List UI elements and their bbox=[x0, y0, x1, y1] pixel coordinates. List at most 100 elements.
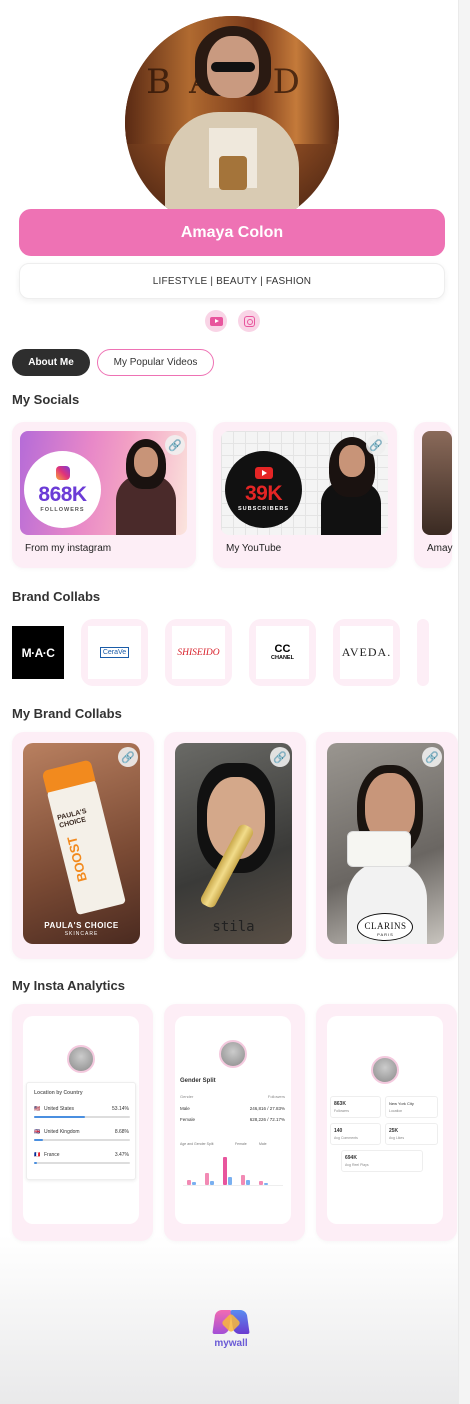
youtube-logo-icon bbox=[254, 467, 273, 479]
social-card-youtube[interactable]: 39K SUBSCRIBERS 🔗 My YouTube bbox=[213, 422, 397, 568]
stat-label: Avg Comments bbox=[334, 1136, 358, 1140]
location-value: 3.47% bbox=[114, 1152, 129, 1158]
brand-video-thumbnail: stila bbox=[175, 743, 292, 944]
product-sub-label: BOOST bbox=[64, 834, 90, 884]
social-card-partial[interactable]: Amay bbox=[414, 422, 453, 568]
mywall-logo-icon bbox=[212, 1308, 250, 1336]
gender-header-left: Gender bbox=[180, 1094, 194, 1099]
age-gender-chart-title: Age and Gender Split bbox=[180, 1142, 214, 1146]
location-title: Location by Country bbox=[34, 1090, 83, 1096]
stat-tile: 25K Avg Likes bbox=[385, 1123, 438, 1145]
link-icon[interactable]: 🔗 bbox=[165, 435, 185, 455]
location-country: United States bbox=[44, 1106, 75, 1112]
brand-logo-shiseido[interactable]: SHISEIDO bbox=[165, 619, 232, 686]
instagram-link[interactable] bbox=[238, 310, 260, 332]
analytics-screenshot: Location by Country 🇺🇸 United States 53.… bbox=[23, 1016, 139, 1224]
link-icon[interactable]: 🔗 bbox=[118, 747, 138, 767]
gender-row-label: Female bbox=[180, 1117, 196, 1122]
scrollbar[interactable] bbox=[458, 0, 470, 1404]
location-progress bbox=[34, 1162, 130, 1164]
location-value: 8.68% bbox=[114, 1129, 129, 1135]
profile-avatar: BAPD bbox=[125, 16, 339, 230]
chanel-cc-mark: CC bbox=[274, 643, 291, 655]
instagram-follower-count: 868K bbox=[38, 483, 87, 506]
section-title-insta-analytics: My Insta Analytics bbox=[12, 978, 125, 993]
product-label: PAULA'S CHOICE bbox=[56, 807, 88, 830]
brand-subtitle: PARIS bbox=[377, 932, 394, 937]
brand-videos-row: PAULA'S CHOICE BOOST PAULA'S CHOICE SKIN… bbox=[12, 732, 458, 959]
brand-logo-chanel[interactable]: CC CHANEL bbox=[249, 619, 316, 686]
stat-value: New York City bbox=[389, 1101, 414, 1106]
brand-subtitle: SKINCARE bbox=[64, 931, 99, 937]
brand-logo-cerave[interactable]: CeraVe bbox=[81, 619, 148, 686]
socials-row: 868K FOLLOWERS 🔗 From my instagram 39K S… bbox=[12, 422, 453, 568]
legend-female: Female bbox=[235, 1142, 247, 1146]
serum-bottle: PAULA'S CHOICE BOOST bbox=[41, 759, 126, 916]
brand-video-card[interactable]: CLARINS PARIS 🔗 bbox=[316, 732, 458, 959]
profile-tagline: LIFESTYLE | BEAUTY | FASHION bbox=[19, 263, 445, 299]
instagram-logo-icon bbox=[55, 466, 70, 480]
tab-my-popular-videos[interactable]: My Popular Videos bbox=[97, 349, 214, 376]
tab-about-me[interactable]: About Me bbox=[12, 349, 90, 376]
mac-logo: M·A·C bbox=[12, 626, 64, 679]
brand-video-thumbnail: PAULA'S CHOICE BOOST PAULA'S CHOICE SKIN… bbox=[23, 743, 140, 944]
youtube-subscriber-unit: SUBSCRIBERS bbox=[237, 506, 290, 512]
youtube-icon bbox=[209, 316, 223, 326]
analytics-avatar bbox=[219, 1040, 247, 1068]
youtube-subscriber-count: 39K bbox=[244, 482, 283, 505]
analytics-screenshot: Gender Split Gender Followers Male 246,8… bbox=[175, 1016, 291, 1224]
location-progress bbox=[34, 1116, 130, 1118]
location-country: France bbox=[44, 1152, 60, 1158]
analytics-row: Location by Country 🇺🇸 United States 53.… bbox=[12, 1004, 458, 1241]
stat-label: Followers bbox=[334, 1109, 349, 1113]
brand-name: PAULA'S CHOICE bbox=[44, 921, 119, 930]
link-icon[interactable]: 🔗 bbox=[270, 747, 290, 767]
instagram-thumbnail: 868K FOLLOWERS bbox=[20, 431, 187, 535]
gender-title: Gender Split bbox=[180, 1078, 216, 1084]
brand-video-card[interactable]: stila 🔗 bbox=[164, 732, 306, 959]
brand-name: stila bbox=[212, 919, 255, 935]
social-card-instagram[interactable]: 868K FOLLOWERS 🔗 From my instagram bbox=[12, 422, 196, 568]
us-flag-icon: 🇺🇸 bbox=[34, 1106, 41, 1112]
brand-video-card[interactable]: PAULA'S CHOICE BOOST PAULA'S CHOICE SKIN… bbox=[12, 732, 154, 959]
analytics-avatar bbox=[67, 1045, 95, 1073]
brand-logo-mac[interactable]: M·A·C bbox=[12, 619, 64, 686]
avatar-sunglasses bbox=[211, 62, 255, 72]
location-progress bbox=[34, 1139, 130, 1141]
social-caption: Amay bbox=[427, 543, 453, 554]
analytics-avatar bbox=[371, 1056, 399, 1084]
analytics-card-gender[interactable]: Gender Split Gender Followers Male 246,8… bbox=[164, 1004, 305, 1241]
stat-tile: 694K Avg Reel Plays bbox=[341, 1150, 423, 1172]
section-title-my-brand-collabs: My Brand Collabs bbox=[12, 706, 122, 721]
partial-thumbnail bbox=[422, 431, 452, 535]
link-icon[interactable]: 🔗 bbox=[422, 747, 442, 767]
instagram-follower-badge: 868K FOLLOWERS bbox=[24, 451, 101, 528]
brand-logo-partial[interactable] bbox=[417, 619, 429, 686]
stat-value: 694K bbox=[345, 1155, 357, 1161]
analytics-card-location[interactable]: Location by Country 🇺🇸 United States 53.… bbox=[12, 1004, 153, 1241]
brand-video-thumbnail: CLARINS PARIS bbox=[327, 743, 444, 944]
location-panel: Location by Country 🇺🇸 United States 53.… bbox=[26, 1082, 136, 1180]
clarins-jar bbox=[347, 831, 411, 867]
stat-label: Avg Reel Plays bbox=[345, 1163, 369, 1167]
social-caption: My YouTube bbox=[226, 543, 282, 554]
cerave-logo-text: CeraVe bbox=[99, 647, 130, 658]
youtube-thumbnail: 39K SUBSCRIBERS bbox=[221, 431, 388, 535]
section-title-socials: My Socials bbox=[12, 392, 80, 407]
brand-logos-row: M·A·C CeraVe SHISEIDO CC CHANEL AVEDA. bbox=[12, 619, 429, 686]
avatar-cup bbox=[219, 156, 247, 190]
analytics-card-overview[interactable]: 863K Followers New York City Location 14… bbox=[316, 1004, 457, 1241]
link-icon[interactable]: 🔗 bbox=[366, 435, 386, 455]
uk-flag-icon: 🇬🇧 bbox=[34, 1129, 41, 1135]
mywall-logo[interactable]: mywall bbox=[211, 1308, 251, 1349]
stat-value: 140 bbox=[334, 1128, 343, 1134]
location-country: United Kingdom bbox=[44, 1129, 80, 1135]
age-gender-bars bbox=[183, 1154, 283, 1186]
shiseido-logo: SHISEIDO bbox=[172, 626, 225, 679]
youtube-link[interactable] bbox=[205, 310, 227, 332]
legend-male: Male bbox=[259, 1142, 267, 1146]
profile-tabs: About Me My Popular Videos bbox=[12, 349, 214, 376]
cerave-logo: CeraVe bbox=[88, 626, 141, 679]
brand-logo-aveda[interactable]: AVEDA. bbox=[333, 619, 400, 686]
aveda-logo: AVEDA. bbox=[340, 626, 393, 679]
